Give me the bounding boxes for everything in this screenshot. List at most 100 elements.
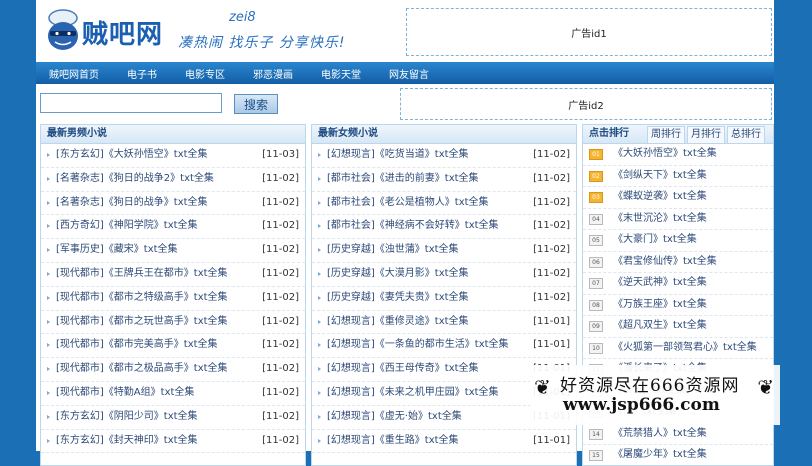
logo-text: 贼吧网	[82, 20, 164, 50]
novel-link[interactable]: [现代都市]《特勤A组》txt全集	[56, 382, 194, 405]
list-item[interactable]: [都市社会]《老公是植物人》txt全集 [11-02]	[312, 192, 576, 216]
list-item[interactable]: [都市社会]《进击的前妻》txt全集 [11-02]	[312, 168, 576, 192]
ranking-item[interactable]: 04 《末世沉沦》txt全集	[583, 209, 773, 230]
ranking-link[interactable]: 《万族王座》txt全集	[613, 295, 707, 316]
rank-number-badge: 06	[589, 256, 603, 268]
tab-weekly[interactable]: 周排行	[647, 126, 685, 143]
novel-link[interactable]: [西方奇幻]《神阳学院》txt全集	[56, 215, 198, 238]
list-item[interactable]: [东方玄幻]《阴阳少司》txt全集 [11-02]	[41, 406, 305, 430]
list-item[interactable]: [现代都市]《王牌兵王在都市》txt全集 [11-02]	[41, 263, 305, 287]
novel-link[interactable]: [东方玄幻]《封天神印》txt全集	[56, 430, 198, 453]
novel-link[interactable]: [幻想现言]《未来之机甲庄园》txt全集	[327, 382, 499, 405]
ad-banner-1-label: 广告id1	[571, 28, 607, 40]
list-item[interactable]: [都市社会]《神经病不会好转》txt全集 [11-02]	[312, 215, 576, 240]
novel-link[interactable]: [都市社会]《进击的前妻》txt全集	[327, 168, 479, 191]
ranking-link[interactable]: 《蝶蚁逆袭》txt全集	[613, 187, 707, 208]
novel-link[interactable]: [东方玄幻]《阴阳少司》txt全集	[56, 406, 198, 429]
list-item[interactable]: [历史穿越]《妻凭夫贵》txt全集 [11-02]	[312, 287, 576, 311]
ranking-item[interactable]: 02 《剑纵天下》txt全集	[583, 166, 773, 187]
ranking-item[interactable]: 07 《逆天武神》txt全集	[583, 273, 773, 295]
novel-link[interactable]: [名著杂志]《狗日的战争》txt全集	[56, 192, 208, 215]
ranking-link[interactable]: 《大豪门》txt全集	[613, 230, 697, 251]
novel-link[interactable]: [幻想现言]《重生路》txt全集	[327, 430, 459, 453]
list-item[interactable]: [西方奇幻]《神阳学院》txt全集 [11-02]	[41, 215, 305, 240]
list-item[interactable]: [名著杂志]《狗日的战争2》txt全集 [11-02]	[41, 168, 305, 192]
ranking-link[interactable]: 《君宝修仙传》txt全集	[613, 252, 717, 273]
ranking-item[interactable]: 01 《大妖孙悟空》txt全集	[583, 144, 773, 166]
search-input[interactable]	[40, 93, 222, 113]
ad-banner-1[interactable]: 广告id1	[406, 8, 772, 56]
ranking-link[interactable]: 《逆天武神》txt全集	[613, 273, 707, 294]
list-item[interactable]: [幻想现言]《一条鱼的都市生活》txt全集 [11-01]	[312, 334, 576, 359]
post-date: [11-02]	[262, 196, 299, 208]
list-item[interactable]: [现代都市]《都市之极品高手》txt全集 [11-02]	[41, 358, 305, 382]
ranking-link[interactable]: 《剑纵天下》txt全集	[613, 166, 707, 187]
site-logo[interactable]: 贼吧网 zei8 凑热闹 找乐子 分享快乐!	[44, 6, 404, 56]
nav-movie-heaven[interactable]: 电影天堂	[321, 66, 361, 81]
rank-number-badge: 10	[589, 342, 603, 354]
tab-monthly[interactable]: 月排行	[687, 126, 725, 143]
list-item[interactable]: [名著杂志]《狗日的战争》txt全集 [11-02]	[41, 192, 305, 216]
ranking-item[interactable]: 15 《屠魔少年》txt全集	[583, 445, 773, 465]
bullet-icon	[47, 390, 50, 395]
novel-link[interactable]: [现代都市]《都市之玩世高手》txt全集	[56, 311, 228, 334]
ranking-item[interactable]: 10 《火狐第一部领驾君心》txt全集	[583, 338, 773, 359]
novel-link[interactable]: [军事历史]《藏宋》txt全集	[56, 239, 178, 262]
novel-link[interactable]: [历史穿越]《妻凭夫贵》txt全集	[327, 287, 469, 310]
novel-link[interactable]: [幻想现言]《一条鱼的都市生活》txt全集	[327, 334, 509, 357]
ad-banner-2[interactable]: 广告id2	[400, 88, 772, 120]
post-date: [11-02]	[533, 220, 570, 232]
list-item[interactable]: [东方玄幻]《封天神印》txt全集 [11-02]	[41, 430, 305, 454]
ranking-item[interactable]: 05 《大豪门》txt全集	[583, 230, 773, 252]
ranking-item[interactable]: 09 《超凡双生》txt全集	[583, 316, 773, 338]
list-item[interactable]: [东方玄幻]《大妖孙悟空》txt全集 [11-03]	[41, 144, 305, 168]
novel-link[interactable]: [都市社会]《老公是植物人》txt全集	[327, 192, 489, 215]
ranking-link[interactable]: 《火狐第一部领驾君心》txt全集	[613, 338, 757, 359]
nav-guestbook[interactable]: 网友留言	[389, 66, 429, 81]
list-item[interactable]: [现代都市]《都市之特级高手》txt全集 [11-02]	[41, 287, 305, 311]
list-item[interactable]: [现代都市]《都市完美高手》txt全集 [11-02]	[41, 334, 305, 359]
novel-link[interactable]: [幻想现言]《虚无·始》txt全集	[327, 406, 462, 429]
bullet-icon	[47, 248, 50, 253]
nav-ebooks[interactable]: 电子书	[127, 66, 157, 81]
ranking-item[interactable]: 14 《荒禁猎人》txt全集	[583, 424, 773, 445]
post-date: [11-01]	[533, 315, 570, 327]
nav-comics[interactable]: 邪恶漫画	[253, 66, 293, 81]
list-item[interactable]: [现代都市]《特勤A组》txt全集 [11-02]	[41, 382, 305, 406]
post-date: [11-02]	[262, 410, 299, 422]
bullet-icon	[47, 200, 50, 205]
ranking-link[interactable]: 《大妖孙悟空》txt全集	[613, 144, 717, 165]
search-button[interactable]: 搜索	[234, 94, 278, 114]
list-item[interactable]: [幻想现言]《重生路》txt全集 [11-01]	[312, 430, 576, 454]
list-item[interactable]: [历史穿越]《大漠月影》txt全集 [11-02]	[312, 263, 576, 287]
novel-link[interactable]: [历史穿越]《浊世蒲》txt全集	[327, 239, 459, 262]
ranking-link[interactable]: 《末世沉沦》txt全集	[613, 209, 707, 230]
nav-home[interactable]: 贼吧网首页	[49, 66, 99, 81]
list-item[interactable]: [军事历史]《藏宋》txt全集 [11-02]	[41, 239, 305, 263]
novel-link[interactable]: [现代都市]《都市之特级高手》txt全集	[56, 287, 228, 310]
post-date: [11-02]	[262, 244, 299, 256]
novel-link[interactable]: [都市社会]《神经病不会好转》txt全集	[327, 215, 499, 238]
novel-link[interactable]: [幻想现言]《吃货当道》txt全集	[327, 144, 469, 167]
novel-link[interactable]: [幻想现言]《西王母传奇》txt全集	[327, 358, 479, 381]
novel-link[interactable]: [名著杂志]《狗日的战争2》txt全集	[56, 168, 214, 191]
ranking-item[interactable]: 06 《君宝修仙传》txt全集	[583, 252, 773, 273]
ranking-item[interactable]: 08 《万族王座》txt全集	[583, 295, 773, 316]
novel-link[interactable]: [现代都市]《都市之极品高手》txt全集	[56, 358, 228, 381]
ranking-link[interactable]: 《超凡双生》txt全集	[613, 316, 707, 337]
nav-movies[interactable]: 电影专区	[185, 66, 225, 81]
bullet-icon	[318, 224, 321, 229]
ranking-link[interactable]: 《屠魔少年》txt全集	[613, 445, 707, 465]
ranking-link[interactable]: 《荒禁猎人》txt全集	[613, 424, 707, 445]
list-item[interactable]: [历史穿越]《浊世蒲》txt全集 [11-02]	[312, 239, 576, 263]
novel-link[interactable]: [历史穿越]《大漠月影》txt全集	[327, 263, 469, 286]
list-item[interactable]: [幻想现言]《重修灵途》txt全集 [11-01]	[312, 311, 576, 335]
tab-total[interactable]: 总排行	[727, 126, 765, 143]
novel-link[interactable]: [现代都市]《都市完美高手》txt全集	[56, 334, 218, 357]
novel-link[interactable]: [东方玄幻]《大妖孙悟空》txt全集	[56, 144, 208, 167]
list-item[interactable]: [现代都市]《都市之玩世高手》txt全集 [11-02]	[41, 311, 305, 335]
novel-link[interactable]: [幻想现言]《重修灵途》txt全集	[327, 311, 469, 334]
ranking-item[interactable]: 03 《蝶蚁逆袭》txt全集	[583, 187, 773, 209]
list-item[interactable]: [幻想现言]《吃货当道》txt全集 [11-02]	[312, 144, 576, 168]
novel-link[interactable]: [现代都市]《王牌兵王在都市》txt全集	[56, 263, 228, 286]
